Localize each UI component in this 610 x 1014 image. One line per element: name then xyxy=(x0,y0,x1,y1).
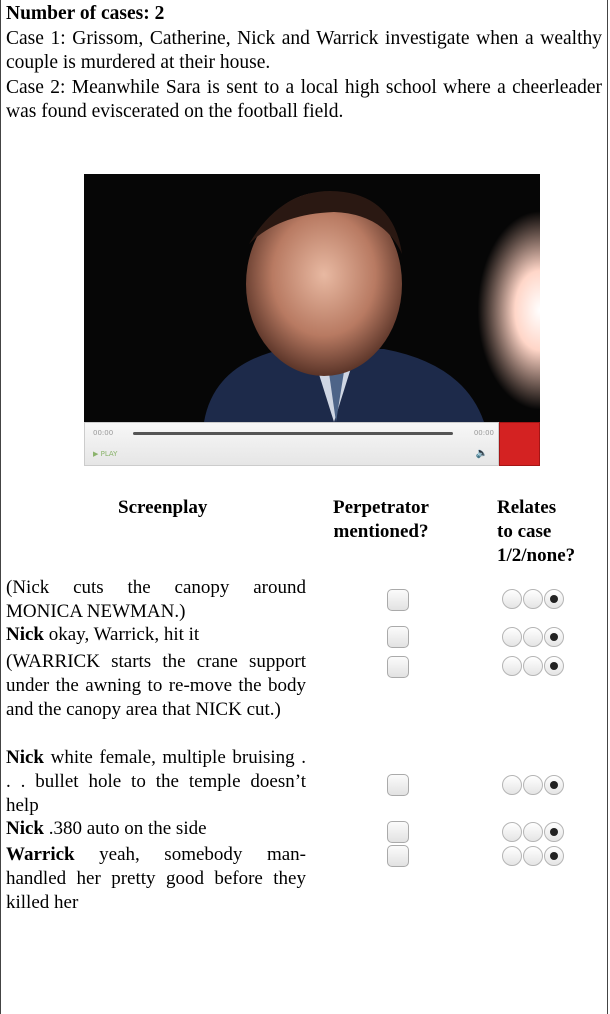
speaker-name: Nick xyxy=(6,747,44,768)
screenplay-text: .380 auto on the side xyxy=(44,818,207,839)
case-none-radio[interactable] xyxy=(544,775,564,795)
table-row: Nick white female, multiple bruising . .… xyxy=(6,746,306,818)
table-row: Nick .380 auto on the side xyxy=(6,817,306,841)
case-2-description: Case 2: Meanwhile Sara is sent to a loca… xyxy=(6,76,602,123)
red-action-button[interactable] xyxy=(499,422,540,466)
screenplay-text: white female, multiple bruising . . . bu… xyxy=(6,747,306,816)
table-row: (Nick cuts the canopy around MONICA NEWM… xyxy=(6,576,306,624)
perpetrator-checkbox[interactable] xyxy=(387,589,409,611)
case-relation-header: Relates to case 1/2/none? xyxy=(497,497,576,566)
speaker-name: Warrick xyxy=(6,844,75,865)
perpetrator-header: Perpetrator mentioned? xyxy=(333,497,429,542)
perpetrator-checkbox[interactable] xyxy=(387,774,409,796)
table-row: (WARRICK starts the crane support under … xyxy=(6,650,306,722)
case-none-radio[interactable] xyxy=(544,656,564,676)
case-header: Number of cases: 2 Case 1: Grissom, Cath… xyxy=(6,2,602,125)
case-count: Number of cases: 2 xyxy=(6,3,165,24)
case-1-radio[interactable] xyxy=(502,627,522,647)
video-still xyxy=(84,174,540,422)
case-1-description: Case 1: Grissom, Catherine, Nick and War… xyxy=(6,27,602,74)
case-none-radio[interactable] xyxy=(544,589,564,609)
perpetrator-checkbox[interactable] xyxy=(387,626,409,648)
case-none-radio[interactable] xyxy=(544,846,564,866)
screenplay-header: Screenplay xyxy=(118,497,208,518)
progress-bar[interactable] xyxy=(133,432,453,435)
case-2-radio[interactable] xyxy=(523,627,543,647)
case-1-radio[interactable] xyxy=(502,846,522,866)
case-2-radio[interactable] xyxy=(523,822,543,842)
speaker-name: Nick xyxy=(6,818,44,839)
video-controls: 00:00 00:00 ▶ PLAY 🔈 xyxy=(84,422,499,466)
case-none-radio[interactable] xyxy=(544,822,564,842)
case-2-radio[interactable] xyxy=(523,656,543,676)
screenplay-text: (WARRICK starts the crane support under … xyxy=(6,651,306,720)
play-label: PLAY xyxy=(100,450,118,458)
perpetrator-checkbox[interactable] xyxy=(387,821,409,843)
screenplay-text: okay, Warrick, hit it xyxy=(44,624,200,645)
perpetrator-checkbox[interactable] xyxy=(387,656,409,678)
play-button[interactable]: ▶ PLAY xyxy=(93,450,117,458)
table-row: Nick okay, Warrick, hit it xyxy=(6,623,306,647)
case-1-radio[interactable] xyxy=(502,589,522,609)
case-2-radio[interactable] xyxy=(523,846,543,866)
table-row: Warrick yeah, somebody man-handled her p… xyxy=(6,843,306,915)
case-1-radio[interactable] xyxy=(502,822,522,842)
speaker-name: Nick xyxy=(6,624,44,645)
perpetrator-checkbox[interactable] xyxy=(387,845,409,867)
screenplay-text: (Nick cuts the canopy around MONICA NEWM… xyxy=(6,577,306,622)
case-1-radio[interactable] xyxy=(502,775,522,795)
case-2-radio[interactable] xyxy=(523,589,543,609)
video-frame[interactable] xyxy=(84,174,540,422)
case-1-radio[interactable] xyxy=(502,656,522,676)
case-none-radio[interactable] xyxy=(544,627,564,647)
time-total: 00:00 xyxy=(473,429,494,437)
video-player: 00:00 00:00 ▶ PLAY 🔈 xyxy=(84,174,540,466)
volume-icon[interactable]: 🔈 xyxy=(476,448,488,459)
time-elapsed: 00:00 xyxy=(93,429,114,437)
case-2-radio[interactable] xyxy=(523,775,543,795)
